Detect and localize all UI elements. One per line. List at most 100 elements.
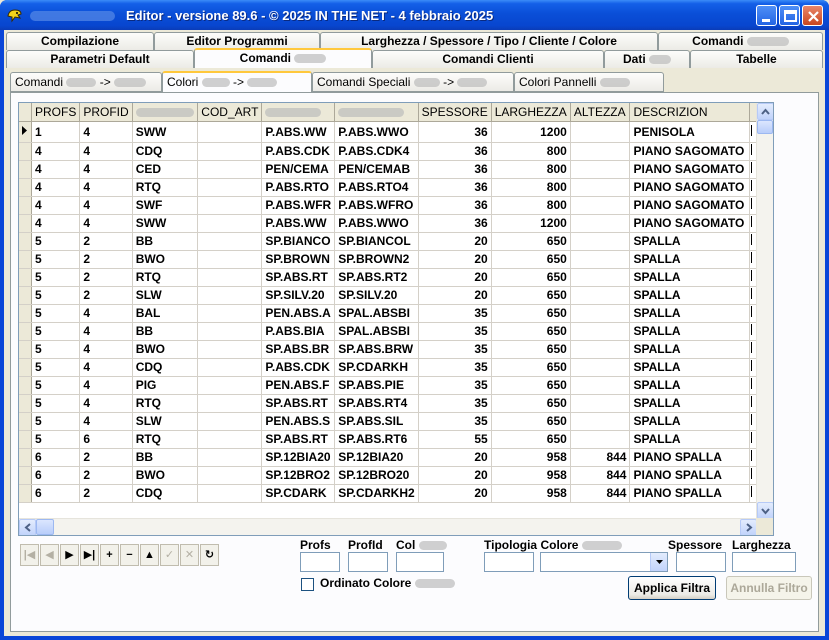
table-cell[interactable]: 5 bbox=[31, 412, 81, 431]
row-indicator[interactable] bbox=[19, 121, 32, 143]
table-cell[interactable]: 36 bbox=[418, 121, 492, 143]
table-cell[interactable]: 5 bbox=[31, 340, 81, 359]
table-cell[interactable] bbox=[570, 214, 631, 233]
table-row[interactable]: 5 4 BAL PEN.ABS.A SPAL.ABSBI 35 650 SPALLA bbox=[19, 304, 757, 323]
table-cell[interactable] bbox=[197, 232, 263, 251]
table-cell[interactable]: 958 bbox=[491, 466, 571, 485]
table-cell[interactable]: 650 bbox=[491, 358, 571, 377]
table-cell[interactable]: SP.SILV.20 bbox=[261, 286, 336, 305]
row-indicator[interactable] bbox=[19, 448, 32, 467]
scroll-up-button[interactable] bbox=[757, 103, 773, 120]
table-row[interactable]: 4 4 SWF P.ABS.WFR P.ABS.WFRO 36 800 PIANO SAGOM… bbox=[19, 196, 757, 215]
table-cell[interactable]: SP.CDARKH bbox=[334, 358, 419, 377]
table-cell[interactable]: 20 bbox=[418, 448, 492, 467]
table-cell[interactable]: 650 bbox=[491, 322, 571, 341]
table-cell[interactable]: 20 bbox=[418, 268, 492, 287]
table-cell[interactable]: PEN.ABS.S bbox=[261, 412, 336, 431]
table-cell[interactable]: SP.ABS.RT2 bbox=[334, 268, 419, 287]
table-cell[interactable]: P.ABS.WWO bbox=[334, 214, 419, 233]
table-cell[interactable]: SPALLA bbox=[629, 412, 750, 431]
row-indicator[interactable] bbox=[19, 232, 32, 251]
horizontal-scrollbar[interactable] bbox=[19, 518, 757, 535]
next-record-button[interactable]: ▶ bbox=[60, 544, 79, 566]
table-row[interactable]: 5 4 BWO SP.ABS.BR SP.ABS.BRW 35 650 SPALLA bbox=[19, 340, 757, 359]
table-cell[interactable]: SP.BIANCOL bbox=[334, 232, 419, 251]
table-cell[interactable] bbox=[570, 412, 631, 431]
table-cell[interactable] bbox=[197, 448, 263, 467]
cancel-record-button[interactable]: ✕ bbox=[180, 544, 199, 566]
table-cell[interactable] bbox=[570, 376, 631, 395]
table-cell[interactable] bbox=[197, 142, 263, 161]
edit-record-button[interactable]: ▲ bbox=[140, 544, 159, 566]
table-cell[interactable]: PIG bbox=[132, 376, 199, 395]
table-row[interactable]: 5 2 BWO SP.BROWN SP.BROWN2 20 650 SPALLA bbox=[19, 250, 757, 269]
table-cell[interactable]: 844 bbox=[570, 466, 631, 485]
table-cell[interactable]: SWW bbox=[132, 214, 199, 233]
table-cell[interactable]: P.ABS.WW bbox=[261, 214, 336, 233]
table-cell[interactable]: SP.12BRO20 bbox=[334, 466, 419, 485]
table-cell[interactable]: 4 bbox=[79, 214, 133, 233]
table-cell[interactable]: 650 bbox=[491, 412, 571, 431]
table-cell[interactable] bbox=[197, 322, 263, 341]
column-header-altezza[interactable]: ALTEZZA bbox=[570, 103, 631, 122]
table-cell[interactable]: 650 bbox=[491, 232, 571, 251]
scroll-down-button[interactable] bbox=[757, 502, 773, 519]
table-row[interactable]: 5 4 RTQ SP.ABS.RT SP.ABS.RT4 35 650 SPALLA bbox=[19, 394, 757, 413]
spessore-input[interactable] bbox=[676, 552, 726, 572]
table-row[interactable]: 4 4 RTQ P.ABS.RTO P.ABS.RTO4 36 800 PIANO SAGOM… bbox=[19, 178, 757, 197]
table-cell[interactable]: 20 bbox=[418, 286, 492, 305]
app-icon[interactable] bbox=[6, 6, 24, 24]
table-cell[interactable]: PIANO SAGOMATO bbox=[629, 178, 750, 197]
table-cell[interactable]: 4 bbox=[79, 322, 133, 341]
table-cell[interactable]: SP.CDARK bbox=[261, 484, 336, 503]
table-cell[interactable] bbox=[197, 412, 263, 431]
table-cell[interactable]: 650 bbox=[491, 286, 571, 305]
column-header-cod-art[interactable]: COD_ART bbox=[197, 103, 263, 122]
column-header-profid[interactable]: PROFID bbox=[79, 103, 133, 122]
row-indicator[interactable] bbox=[19, 178, 32, 197]
table-row[interactable]: 5 2 BB SP.BIANCO SP.BIANCOL 20 650 SPALLA bbox=[19, 232, 757, 251]
tab-comandi-balcam[interactable]: Comandi bbox=[658, 32, 823, 50]
table-cell[interactable]: 4 bbox=[79, 376, 133, 395]
table-cell[interactable]: BB bbox=[132, 232, 199, 251]
ordinato-colore-checkbox[interactable] bbox=[301, 578, 314, 591]
table-cell[interactable]: 1 bbox=[31, 121, 81, 143]
table-cell[interactable] bbox=[197, 121, 263, 143]
table-cell[interactable]: SPALLA bbox=[629, 304, 750, 323]
table-cell[interactable]: 36 bbox=[418, 214, 492, 233]
row-indicator[interactable] bbox=[19, 304, 32, 323]
table-cell[interactable] bbox=[570, 304, 631, 323]
table-row[interactable]: 6 2 BWO SP.12BRO2 SP.12BRO20 20 958 844 PIANO SP… bbox=[19, 466, 757, 485]
row-indicator[interactable] bbox=[19, 196, 32, 215]
row-indicator[interactable] bbox=[19, 358, 32, 377]
table-cell[interactable]: SP.BIANCO bbox=[261, 232, 336, 251]
table-cell[interactable] bbox=[197, 286, 263, 305]
table-row[interactable]: 6 2 CDQ SP.CDARK SP.CDARKH2 20 958 844 PIANO SPA… bbox=[19, 484, 757, 503]
table-cell[interactable]: SPALLA bbox=[629, 232, 750, 251]
table-cell[interactable]: 55 bbox=[418, 430, 492, 449]
table-cell[interactable]: 35 bbox=[418, 322, 492, 341]
column-header-colartec[interactable] bbox=[132, 103, 199, 122]
table-cell[interactable]: 958 bbox=[491, 484, 571, 503]
horizontal-scroll-thumb[interactable] bbox=[36, 519, 54, 535]
table-cell[interactable] bbox=[197, 214, 263, 233]
column-header-artec[interactable] bbox=[261, 103, 336, 122]
table-cell[interactable] bbox=[197, 340, 263, 359]
table-cell[interactable]: 5 bbox=[31, 430, 81, 449]
vertical-scroll-thumb[interactable] bbox=[757, 120, 773, 134]
table-cell[interactable]: SPALLA bbox=[629, 376, 750, 395]
table-cell[interactable]: 2 bbox=[79, 232, 133, 251]
table-cell[interactable]: SPALLA bbox=[629, 358, 750, 377]
table-cell[interactable]: RTQ bbox=[132, 268, 199, 287]
table-cell[interactable]: SLW bbox=[132, 286, 199, 305]
table-cell[interactable]: 35 bbox=[418, 376, 492, 395]
table-cell[interactable]: 20 bbox=[418, 232, 492, 251]
delete-record-button[interactable]: − bbox=[120, 544, 139, 566]
table-cell[interactable]: 5 bbox=[31, 322, 81, 341]
table-cell[interactable]: SLW bbox=[132, 412, 199, 431]
table-cell[interactable] bbox=[197, 196, 263, 215]
last-record-button[interactable]: ▶| bbox=[80, 544, 99, 566]
table-cell[interactable]: P.ABS.RTO bbox=[261, 178, 336, 197]
table-cell[interactable]: BWO bbox=[132, 466, 199, 485]
table-cell[interactable]: SPALLA bbox=[629, 286, 750, 305]
